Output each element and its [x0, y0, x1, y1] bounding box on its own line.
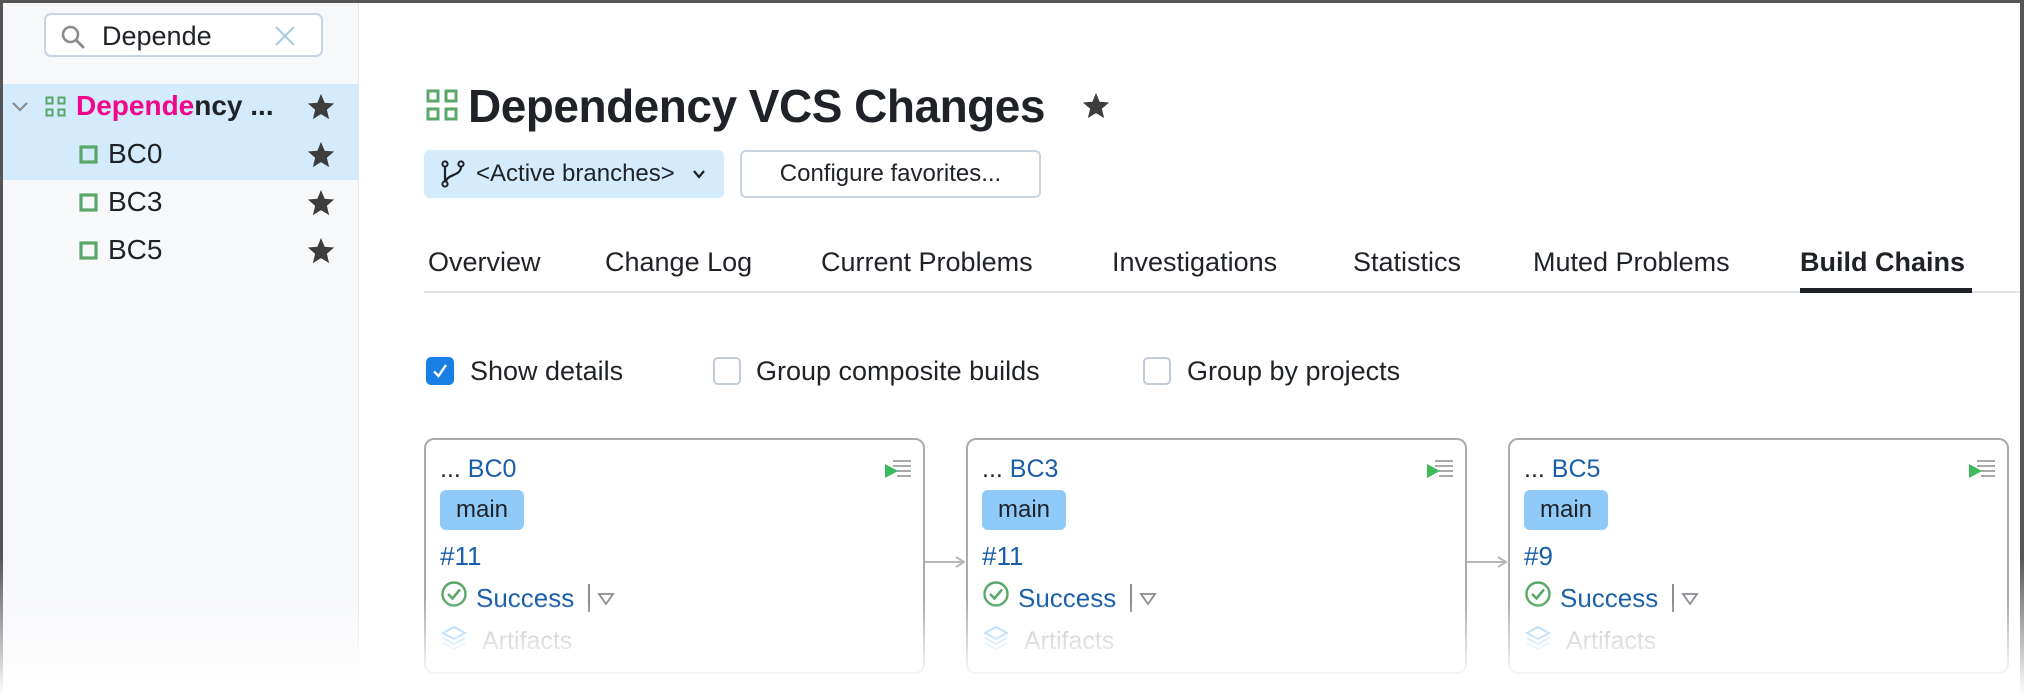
artifacts-link[interactable]: Artifacts — [1024, 626, 1114, 656]
triangle-down-icon[interactable] — [1681, 592, 1699, 606]
build-configuration-link[interactable]: BC0 — [468, 455, 517, 483]
tab-overview[interactable]: Overview — [428, 245, 541, 279]
tab-statistics[interactable]: Statistics — [1353, 245, 1461, 279]
build-number-link[interactable]: #11 — [982, 541, 1023, 571]
status-separator — [1130, 584, 1132, 612]
build-status-link[interactable]: Success — [1560, 583, 1658, 613]
branch-tag: main — [440, 490, 525, 530]
artifacts-link[interactable]: Artifacts — [1566, 626, 1656, 656]
search-icon — [61, 25, 85, 49]
build-chain-card: ... BC3 main #11 Success Artifacts — [966, 438, 1467, 674]
build-status-link[interactable]: Success — [1018, 583, 1116, 613]
chain-arrow-icon — [925, 556, 966, 568]
build-configuration-icon — [79, 241, 98, 260]
build-configuration-link[interactable]: BC3 — [1010, 455, 1059, 483]
tab-current-problems[interactable]: Current Problems — [821, 245, 1033, 279]
group-composite-builds-label[interactable]: Group composite builds — [756, 355, 1040, 387]
tabs-divider — [424, 291, 2024, 293]
tree-item-label: Dependency ... — [76, 91, 274, 121]
close-icon[interactable] — [272, 23, 298, 49]
sidebar-fade — [0, 600, 358, 696]
star-icon[interactable] — [306, 188, 336, 218]
tree-item-label: BC0 — [108, 138, 163, 169]
build-number-link[interactable]: #9 — [1524, 541, 1553, 571]
branch-icon — [441, 160, 465, 188]
tab-muted-problems[interactable]: Muted Problems — [1533, 245, 1730, 279]
branch-selector-button[interactable]: <Active branches> — [424, 150, 724, 198]
path-ellipsis: ... — [440, 455, 461, 483]
sidebar-search[interactable] — [44, 13, 323, 57]
sidebar: Dependency ... BC0 BC3 BC5 — [0, 0, 359, 696]
success-check-icon — [983, 581, 1009, 607]
branch-selector-label: <Active branches> — [476, 160, 675, 187]
branch-tag: main — [982, 490, 1067, 530]
status-separator — [1672, 584, 1674, 612]
star-icon[interactable] — [306, 92, 336, 122]
active-tab-indicator — [1800, 288, 1972, 293]
window-frame-top — [0, 0, 2024, 3]
build-number-link[interactable]: #11 — [440, 541, 481, 571]
run-build-icon[interactable] — [883, 458, 911, 482]
search-match-highlight: Depende — [76, 90, 195, 121]
artifacts-icon — [982, 625, 1010, 651]
artifacts-link[interactable]: Artifacts — [482, 626, 572, 656]
show-details-label[interactable]: Show details — [470, 355, 623, 387]
window-frame-left — [0, 0, 3, 696]
build-path: ... BC3 — [982, 454, 1058, 484]
tree-item-bc3[interactable]: BC3 — [0, 178, 358, 226]
show-details-checkbox[interactable] — [426, 357, 454, 385]
build-chain-card: ... BC0 main #11 Success Artifacts — [424, 438, 925, 674]
tab-investigations[interactable]: Investigations — [1112, 245, 1277, 279]
tab-build-chains[interactable]: Build Chains — [1800, 245, 1965, 279]
group-composite-builds-checkbox[interactable] — [713, 357, 741, 385]
tree-item-bc0[interactable]: BC0 — [0, 130, 358, 178]
chevron-down-icon — [693, 170, 705, 179]
build-path: ... BC5 — [1524, 454, 1600, 484]
path-ellipsis: ... — [1524, 455, 1545, 483]
build-chain-card: ... BC5 main #9 Success Artifacts — [1508, 438, 2009, 674]
run-build-icon[interactable] — [1967, 458, 1995, 482]
artifacts-icon — [1524, 625, 1552, 651]
star-icon[interactable] — [1081, 91, 1111, 121]
project-icon — [45, 96, 66, 117]
search-input[interactable] — [102, 21, 272, 51]
success-check-icon — [1525, 581, 1551, 607]
artifacts-icon — [440, 625, 468, 651]
chain-arrow-icon — [1467, 556, 1508, 568]
tree-item-label: BC5 — [108, 234, 163, 265]
success-check-icon — [441, 581, 467, 607]
group-by-projects-label[interactable]: Group by projects — [1187, 355, 1400, 387]
window-frame-right — [2020, 0, 2024, 696]
star-icon[interactable] — [306, 236, 336, 266]
build-configuration-link[interactable]: BC5 — [1552, 455, 1601, 483]
group-by-projects-checkbox[interactable] — [1143, 357, 1171, 385]
page-title: Dependency VCS Changes — [468, 80, 1045, 132]
triangle-down-icon[interactable] — [1139, 592, 1157, 606]
path-ellipsis: ... — [982, 455, 1003, 483]
tree-item-label-rest: ncy ... — [194, 90, 274, 121]
tree-item-label: BC3 — [108, 186, 163, 217]
checkmark-icon — [433, 364, 447, 378]
triangle-down-icon[interactable] — [597, 592, 615, 606]
project-icon — [426, 89, 458, 121]
build-path: ... BC0 — [440, 454, 516, 484]
build-status-link[interactable]: Success — [476, 583, 574, 613]
configure-favorites-button[interactable]: Configure favorites... — [740, 150, 1041, 198]
tab-change-log[interactable]: Change Log — [605, 245, 752, 279]
chevron-down-icon[interactable] — [10, 96, 30, 116]
star-icon[interactable] — [306, 140, 336, 170]
build-configuration-icon — [79, 193, 98, 212]
build-configuration-icon — [79, 145, 98, 164]
tree-item-project[interactable]: Dependency ... — [0, 82, 358, 130]
status-separator — [588, 584, 590, 612]
run-build-icon[interactable] — [1425, 458, 1453, 482]
tree-item-bc5[interactable]: BC5 — [0, 226, 358, 274]
branch-tag: main — [1524, 490, 1609, 530]
